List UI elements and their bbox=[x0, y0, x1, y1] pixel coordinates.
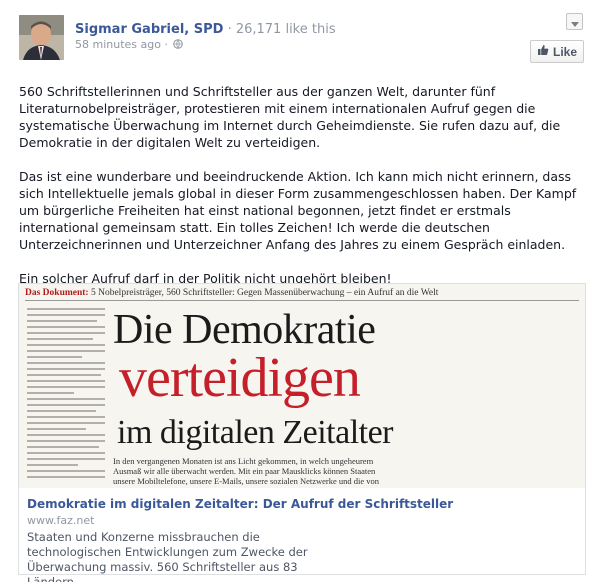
preview-body-text: In den vergangenen Monaten ist ans Licht… bbox=[113, 456, 513, 486]
preview-body-line: unsere Mobiltelefone, unsere E-Mails, un… bbox=[113, 476, 380, 486]
attachment-description: Staaten und Konzerne missbrauchen die te… bbox=[27, 530, 308, 582]
post-message: 560 Schriftstellerinnen und Schriftstell… bbox=[19, 83, 587, 304]
preview-headline-2: verteidigen bbox=[119, 347, 361, 409]
author-name-link[interactable]: Sigmar Gabriel, SPD bbox=[75, 22, 223, 37]
page-like-count: 26,171 like this bbox=[235, 22, 336, 37]
preview-text-column bbox=[27, 308, 105, 482]
post-author-line: Sigmar Gabriel, SPD · 26,171 like this bbox=[75, 21, 336, 38]
like-button-label: Like bbox=[552, 44, 577, 59]
link-attachment[interactable]: Das Dokument: 5 Nobelpreisträger, 560 Sc… bbox=[18, 283, 586, 582]
preview-header-text: 5 Nobelpreisträger, 560 Schriftsteller: … bbox=[90, 288, 439, 298]
like-page-button[interactable]: Like bbox=[530, 40, 584, 63]
attachment-domain: www.faz.net bbox=[27, 514, 95, 527]
globe-icon bbox=[173, 39, 184, 49]
post-options-button[interactable] bbox=[566, 13, 583, 30]
facebook-post: Sigmar Gabriel, SPD · 26,171 like this 5… bbox=[0, 0, 600, 582]
attachment-title-link[interactable]: Demokratie im digitalen Zeitalter: Der A… bbox=[27, 496, 453, 512]
link-preview-image[interactable]: Das Dokument: 5 Nobelpreisträger, 560 Sc… bbox=[19, 284, 585, 488]
message-paragraph-1: 560 Schriftstellerinnen und Schriftstell… bbox=[19, 84, 561, 150]
thumbs-up-icon bbox=[537, 44, 549, 59]
preview-header-label: Das Dokument: bbox=[25, 288, 89, 298]
preview-body-line: Ausmaß wir alle überwacht werden. Mit ei… bbox=[113, 466, 376, 476]
message-paragraph-2: Das ist eine wunderbare und beeindrucken… bbox=[19, 169, 577, 252]
preview-headline-3: im digitalen Zeitalter bbox=[117, 414, 394, 451]
preview-divider bbox=[25, 300, 579, 301]
post-meta: 58 minutes ago · bbox=[75, 38, 184, 52]
profile-photo bbox=[19, 15, 64, 60]
preview-body-line: In den vergangenen Monaten ist ans Licht… bbox=[113, 456, 374, 466]
preview-header: Das Dokument: 5 Nobelpreisträger, 560 Sc… bbox=[25, 288, 438, 298]
avatar[interactable] bbox=[19, 15, 64, 60]
chevron-down-icon bbox=[570, 12, 579, 31]
separator-dot: · bbox=[227, 22, 232, 37]
post-timestamp[interactable]: 58 minutes ago · bbox=[75, 38, 168, 51]
